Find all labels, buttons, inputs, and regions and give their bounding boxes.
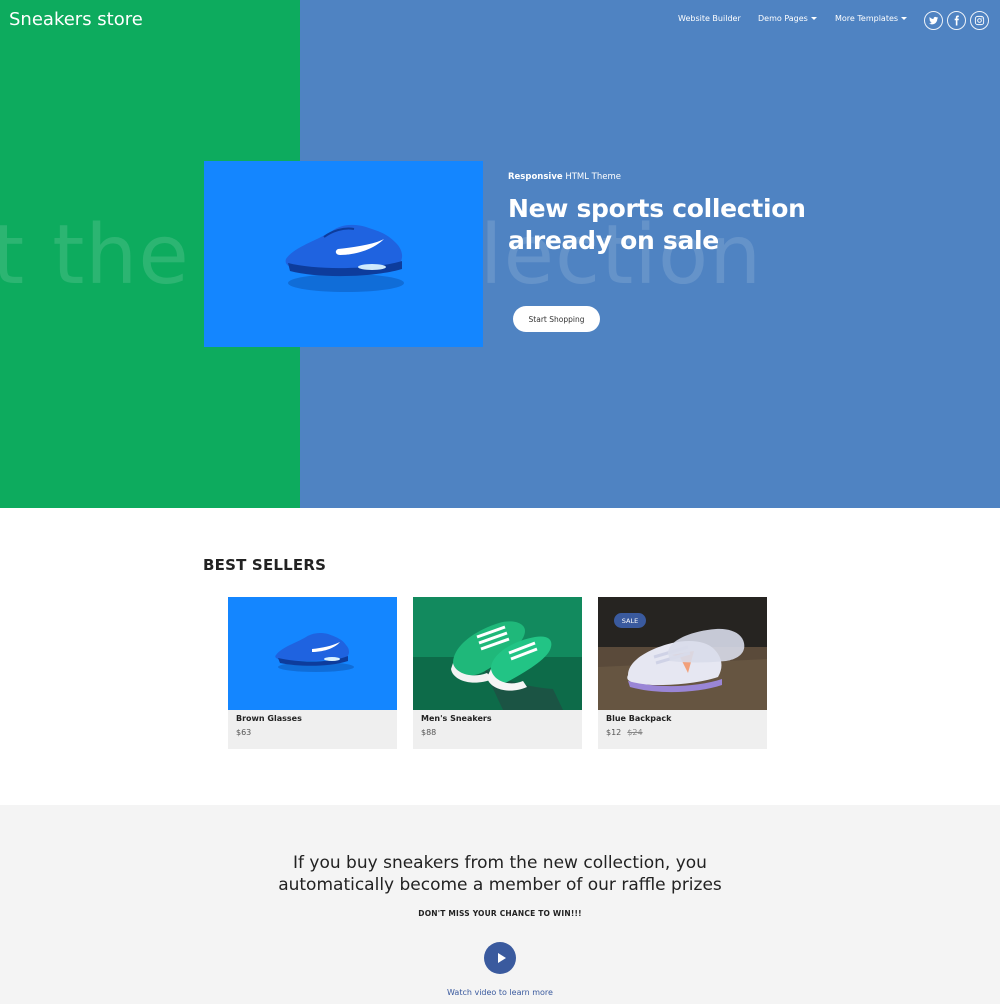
product-price: $88 (421, 728, 436, 737)
product-image (228, 597, 397, 710)
raffle-section: If you buy sneakers from the new collect… (0, 805, 1000, 1004)
product-price: $12 $24 (606, 728, 643, 737)
raffle-text-line-2: automatically become a member of our raf… (278, 875, 722, 895)
hero-section: t the llection Sneakers store Website Bu… (0, 0, 1000, 508)
nav-label: Website Builder (678, 14, 741, 23)
hero-eyebrow: Responsive HTML Theme (508, 172, 621, 182)
product-card[interactable]: SALE Blue Backpack $12 $24 (598, 597, 767, 749)
price-current: $12 (606, 728, 622, 737)
eyebrow-bold: Responsive (508, 172, 563, 182)
play-icon (497, 953, 506, 963)
nav-more-templates[interactable]: More Templates (835, 14, 908, 23)
main-nav: Website Builder Demo Pages More Template… (0, 14, 1000, 30)
product-price: $63 (236, 728, 251, 737)
nav-label: Demo Pages (758, 14, 808, 23)
sneaker-image (275, 633, 354, 672)
sale-badge: SALE (614, 613, 646, 628)
product-card[interactable]: Brown Glasses $63 (228, 597, 397, 749)
nav-demo-pages[interactable]: Demo Pages (758, 14, 817, 23)
caret-down-icon (810, 17, 817, 20)
hero-product-image (204, 161, 483, 347)
product-image (413, 597, 582, 710)
sneakers-image (413, 597, 582, 710)
sneaker-image (285, 224, 404, 292)
facebook-icon[interactable] (947, 11, 966, 30)
product-name: Brown Glasses (236, 714, 302, 723)
price-old: $24 (627, 728, 643, 737)
price-current: $63 (236, 728, 252, 737)
raffle-text-line-1: If you buy sneakers from the new collect… (293, 853, 707, 873)
best-sellers-title: BEST SELLERS (203, 556, 327, 574)
eyebrow-rest: HTML Theme (562, 172, 622, 182)
hero-headline: New sports collection already on sale (508, 194, 806, 255)
watch-video-link[interactable]: Watch video to learn more (0, 988, 1000, 997)
product-name: Blue Backpack (606, 714, 672, 723)
start-shopping-button[interactable]: Start Shopping (513, 306, 600, 332)
product-name: Men's Sneakers (421, 714, 492, 723)
play-video-button[interactable] (484, 942, 516, 974)
instagram-icon[interactable] (970, 11, 989, 30)
price-current: $88 (421, 728, 437, 737)
hero-background-text: t the llection (0, 206, 1000, 306)
twitter-icon[interactable] (924, 11, 943, 30)
nav-website-builder[interactable]: Website Builder (678, 14, 741, 23)
raffle-subtitle: DON'T MISS YOUR CHANCE TO WIN!!! (418, 909, 582, 918)
caret-down-icon (901, 17, 908, 20)
product-card[interactable]: Men's Sneakers $88 (413, 597, 582, 749)
hero-bg-text-left: t the (0, 208, 190, 303)
nav-label: More Templates (835, 14, 899, 23)
